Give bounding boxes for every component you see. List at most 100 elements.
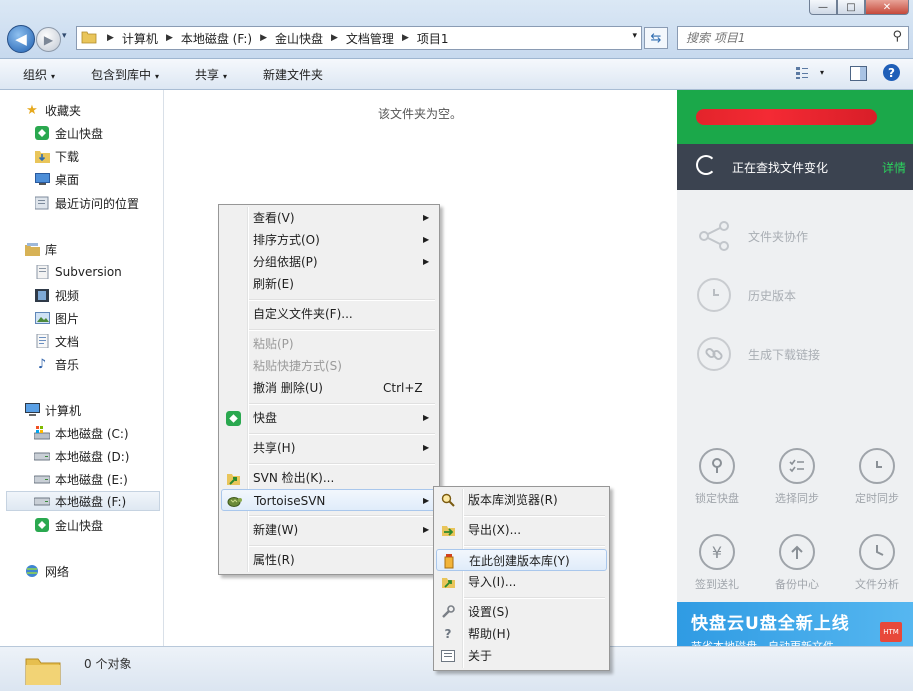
- menu-item-share[interactable]: 共享(H) ▶: [221, 437, 437, 459]
- search-icon[interactable]: ⚲: [892, 29, 902, 44]
- menu-item-sort-by[interactable]: 排序方式(O) ▶: [221, 229, 437, 251]
- grid-label: 签到送礼: [695, 578, 739, 591]
- sidebar-computer[interactable]: 计算机: [24, 400, 81, 420]
- address-dropdown-icon[interactable]: ▾: [632, 31, 637, 41]
- preview-pane-icon[interactable]: [850, 66, 867, 81]
- sidebar-item-videos[interactable]: 视频: [34, 285, 79, 305]
- minimize-button[interactable]: —: [809, 0, 837, 15]
- view-options-icon[interactable]: [795, 66, 809, 80]
- sidebar-network[interactable]: 网络: [24, 561, 69, 581]
- sidebar-item-kuaipan[interactable]: 金山快盘: [34, 123, 103, 143]
- sidebar-libraries[interactable]: 库: [24, 239, 57, 259]
- selective-sync-button[interactable]: 选择同步: [762, 448, 832, 506]
- sidebar-item-desktop[interactable]: 桌面: [34, 169, 79, 189]
- chevron-right-icon[interactable]: ▶: [256, 33, 271, 43]
- refresh-button[interactable]: ⇆: [644, 27, 668, 49]
- yen-icon: ¥: [699, 534, 735, 570]
- sidebar-item-music[interactable]: ♪ 音乐: [34, 354, 79, 374]
- chevron-right-icon[interactable]: ▶: [327, 33, 342, 43]
- breadcrumb-documents[interactable]: 文档管理: [342, 30, 398, 47]
- back-button[interactable]: ◀: [7, 25, 35, 53]
- svn-item-repo-browser[interactable]: 版本库浏览器(R): [436, 489, 607, 511]
- sidebar-item-downloads[interactable]: 下载: [34, 146, 79, 166]
- sidebar-item-label: 金山快盘: [55, 518, 104, 533]
- document-icon: [34, 334, 50, 348]
- scheduled-sync-button[interactable]: 定时同步: [842, 448, 912, 506]
- sidebar-item-drive-c[interactable]: 本地磁盘 (C:): [34, 423, 129, 443]
- file-analysis-button[interactable]: 文件分析: [842, 534, 912, 592]
- menu-separator: [249, 515, 435, 517]
- menu-item-undo-delete[interactable]: 撤消 删除(U) Ctrl+Z: [221, 377, 437, 399]
- organize-button[interactable]: 组织 ▾: [23, 66, 55, 83]
- menu-item-group-by[interactable]: 分组依据(P) ▶: [221, 251, 437, 273]
- backup-center-button[interactable]: 备份中心: [762, 534, 832, 592]
- sidebar-item-documents[interactable]: 文档: [34, 331, 79, 351]
- folder-collab-button[interactable]: 文件夹协作: [697, 218, 808, 254]
- search-input[interactable]: [684, 29, 878, 47]
- grid-label: 备份中心: [775, 578, 819, 591]
- breadcrumb-project1[interactable]: 项目1: [413, 30, 453, 47]
- chevron-right-icon[interactable]: ▶: [103, 33, 118, 43]
- window-controls: — □ ✕: [809, 0, 909, 15]
- menu-item-tortoisesvn[interactable]: TortoiseSVN ▶: [221, 489, 437, 511]
- menu-item-shortcut: Ctrl+Z: [383, 381, 423, 395]
- menu-item-label: 排序方式(O): [253, 233, 320, 247]
- menu-item-refresh[interactable]: 刷新(E): [221, 273, 437, 295]
- menu-separator: [249, 403, 435, 405]
- include-library-button[interactable]: 包含到库中 ▾: [91, 66, 159, 83]
- breadcrumb-drive-f[interactable]: 本地磁盘 (F:): [177, 30, 256, 47]
- checkin-gift-button[interactable]: ¥ 签到送礼: [682, 534, 752, 592]
- forward-button[interactable]: ▶: [36, 27, 61, 52]
- recent-pages-dropdown[interactable]: ▾: [62, 31, 67, 41]
- sidebar-item-recent-places[interactable]: 最近访问的位置: [34, 193, 139, 213]
- address-bar[interactable]: ▶ 计算机 ▶ 本地磁盘 (F:) ▶ 金山快盘 ▶ 文档管理 ▶ 项目1 ▾: [76, 26, 642, 50]
- sidebar-item-pictures[interactable]: 图片: [34, 308, 79, 328]
- item-count: 0 个对象: [84, 657, 132, 671]
- svn-item-help[interactable]: ? 帮助(H): [436, 623, 607, 645]
- lock-kuaipan-button[interactable]: 锁定快盘: [682, 448, 752, 506]
- chevron-right-icon[interactable]: ▶: [162, 33, 177, 43]
- new-folder-button[interactable]: 新建文件夹: [263, 66, 323, 83]
- breadcrumb-kuaipan[interactable]: 金山快盘: [271, 30, 327, 47]
- sync-details-link[interactable]: 详情: [882, 159, 906, 176]
- close-button[interactable]: ✕: [865, 0, 909, 15]
- sidebar-favorites-label: 收藏夹: [45, 103, 82, 118]
- menu-item-label: 导入(I)...: [468, 575, 517, 589]
- svn-item-export[interactable]: 导出(X)...: [436, 519, 607, 541]
- search-box[interactable]: ⚲: [677, 26, 909, 50]
- sidebar-favorites[interactable]: ★ 收藏夹: [24, 100, 81, 120]
- menu-item-label: 帮助(H): [468, 627, 511, 641]
- history-version-button[interactable]: 历史版本: [697, 277, 796, 313]
- share-button[interactable]: 共享 ▾: [195, 66, 227, 83]
- sidebar-item-drive-d[interactable]: 本地磁盘 (D:): [34, 446, 129, 466]
- svn-item-create-repo[interactable]: 在此创建版本库(Y): [436, 549, 607, 571]
- breadcrumb-computer[interactable]: 计算机: [118, 30, 162, 47]
- svn-item-import[interactable]: 导入(I)...: [436, 571, 607, 593]
- svn-item-settings[interactable]: 设置(S): [436, 601, 607, 623]
- menu-item-new[interactable]: 新建(W) ▶: [221, 519, 437, 541]
- chevron-right-icon[interactable]: ▶: [398, 33, 413, 43]
- sidebar-network-label: 网络: [45, 564, 70, 579]
- menu-item-view[interactable]: 查看(V) ▶: [221, 207, 437, 229]
- star-icon: ★: [26, 102, 38, 118]
- new-folder-label: 新建文件夹: [263, 68, 324, 82]
- menu-item-customize-folder[interactable]: 自定义文件夹(F)...: [221, 303, 437, 325]
- sidebar-item-subversion[interactable]: Subversion: [34, 262, 122, 282]
- maximize-button[interactable]: □: [837, 0, 865, 15]
- svn-item-about[interactable]: 关于: [436, 645, 607, 667]
- sidebar-item-kuaipan-drive[interactable]: 金山快盘: [34, 515, 103, 535]
- view-dropdown-icon[interactable]: ▾: [820, 68, 824, 77]
- sidebar-item-drive-e[interactable]: 本地磁盘 (E:): [34, 469, 128, 489]
- download-link-button[interactable]: 生成下载链接: [697, 336, 820, 372]
- create-repository-icon: [441, 553, 457, 569]
- menu-item-properties[interactable]: 属性(R): [221, 549, 437, 571]
- sidebar-item-drive-f[interactable]: 本地磁盘 (F:): [6, 491, 160, 511]
- menu-item-svn-checkout[interactable]: SVN 检出(K)...: [221, 467, 437, 489]
- menu-item-kuaipan[interactable]: 快盘 ▶: [221, 407, 437, 429]
- menu-item-label: 新建(W): [253, 523, 299, 537]
- sidebar-item-label: 金山快盘: [55, 126, 104, 141]
- menu-item-label: 快盘: [253, 411, 278, 425]
- promo-banner[interactable]: 快盘云U盘全新上线 节省本地磁盘，自动更新文件 HTM: [677, 602, 913, 646]
- chevron-down-icon: ▾: [223, 72, 228, 81]
- help-button[interactable]: ?: [883, 64, 900, 81]
